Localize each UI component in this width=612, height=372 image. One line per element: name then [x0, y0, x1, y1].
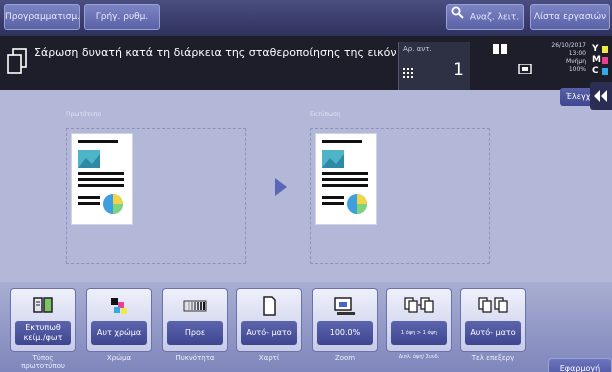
density-button[interactable]: Προε [162, 288, 228, 352]
zoom-caption: Zoom [334, 354, 356, 362]
double-chevron-left-icon [594, 90, 607, 102]
memory-value: 100% [568, 66, 586, 73]
original-type-caption: Τύπος πρωτοτύπου [21, 354, 65, 370]
toner-yellow: Y [592, 44, 610, 55]
top-bar: Προγραμματισμ. Γρήγ. ρυθμ. Αναζ. λειτ. Λ… [0, 0, 612, 36]
quick-settings-label: Γρήγ. ρυθμ. [95, 12, 149, 22]
clock-panel: 26/10/2017 13:00 Μνήμη 100% [536, 42, 586, 74]
toner-magenta: M [592, 55, 610, 66]
original-page-thumbnail [71, 133, 133, 225]
density-value: Προε [167, 321, 223, 345]
color-value: Αυτ χρώμα [91, 321, 147, 345]
apply-button[interactable]: Εφαρμογή [548, 358, 612, 372]
original-type-button[interactable]: Εκτυπωθ κείμ./φωτ [10, 288, 76, 352]
book-icon [493, 44, 507, 54]
finishing-icon [478, 297, 508, 313]
original-preview-panel [66, 128, 246, 264]
duplex-combine-caption: Διπλ. όψη/ Συνδ. [398, 354, 440, 360]
job-list-label: Λίστα εργασιών [533, 12, 607, 22]
finishing-value: Αυτό- ματο [465, 321, 521, 345]
zoom-icon [334, 297, 355, 315]
color-icon [111, 298, 127, 314]
status-message: Σάρωση δυνατή κατά τη διάρκεια της σταθε… [34, 46, 396, 59]
programs-label: Προγραμματισμ. [5, 12, 80, 22]
paper-value: Αυτό- ματο [241, 321, 297, 345]
color-caption: Χρώμα [106, 354, 132, 362]
finishing-button[interactable]: Αυτό- ματο [460, 288, 526, 352]
time-text: 13:00 [568, 50, 586, 57]
duplex-combine-value: 1 όψη > 1 όψη [391, 321, 447, 345]
density-icon [183, 300, 207, 312]
function-search-button[interactable]: Αναζ. λειτ. [446, 4, 524, 30]
duplex-icon [404, 297, 434, 313]
density-caption: Πυκνότητα [175, 354, 215, 362]
job-list-button[interactable]: Λίστα εργασιών [530, 4, 610, 30]
zoom-value: 100.0% [317, 321, 373, 345]
paper-button[interactable]: Αυτό- ματο [236, 288, 302, 352]
original-type-value: Εκτυπωθ κείμ./φωτ [15, 321, 71, 345]
programs-button[interactable]: Προγραμματισμ. [4, 4, 80, 30]
keypad-icon [403, 68, 413, 78]
output-page-thumbnail [315, 133, 377, 225]
date-text: 26/10/2017 [551, 42, 586, 49]
copies-counter[interactable]: Αρ. αντ. 1 [398, 42, 470, 90]
color-button[interactable]: Αυτ χρώμα [86, 288, 152, 352]
document-status-icon [7, 48, 27, 74]
memory-label: Μνήμη [566, 58, 586, 65]
document-illustration-icon [78, 140, 124, 214]
paper-caption: Χαρτί [258, 354, 280, 362]
document-illustration-icon [322, 140, 368, 214]
toner-cyan: C [592, 66, 610, 77]
usb-media-icon[interactable] [518, 64, 532, 74]
collapse-panel-button[interactable] [590, 82, 612, 110]
status-bar: Σάρωση δυνατή κατά τη διάρκεια της σταθε… [0, 36, 612, 90]
quick-settings-button[interactable]: Γρήγ. ρυθμ. [84, 4, 160, 30]
search-icon [451, 5, 464, 29]
original-label: Πρωτότυπο [66, 111, 101, 118]
finishing-caption: Τελ επεξεργ [471, 354, 515, 362]
toner-levels: Y M C [592, 44, 610, 78]
output-label: Εκτύπωση [310, 111, 341, 118]
function-search-label: Αναζ. λειτ. [469, 12, 520, 23]
copies-label: Αρ. αντ. [403, 45, 432, 53]
duplex-combine-button[interactable]: 1 όψη > 1 όψη [386, 288, 452, 352]
zoom-button[interactable]: 100.0% [312, 288, 378, 352]
copies-value: 1 [453, 60, 464, 80]
preview-arrow-icon [275, 178, 287, 196]
output-preview-panel [310, 128, 490, 264]
apply-label: Εφαρμογή [559, 364, 601, 372]
paper-icon [263, 296, 276, 316]
function-bar: Εκτυπωθ κείμ./φωτ Τύπος πρωτοτύπου Αυτ χ… [0, 282, 612, 372]
text-photo-icon [33, 297, 53, 313]
